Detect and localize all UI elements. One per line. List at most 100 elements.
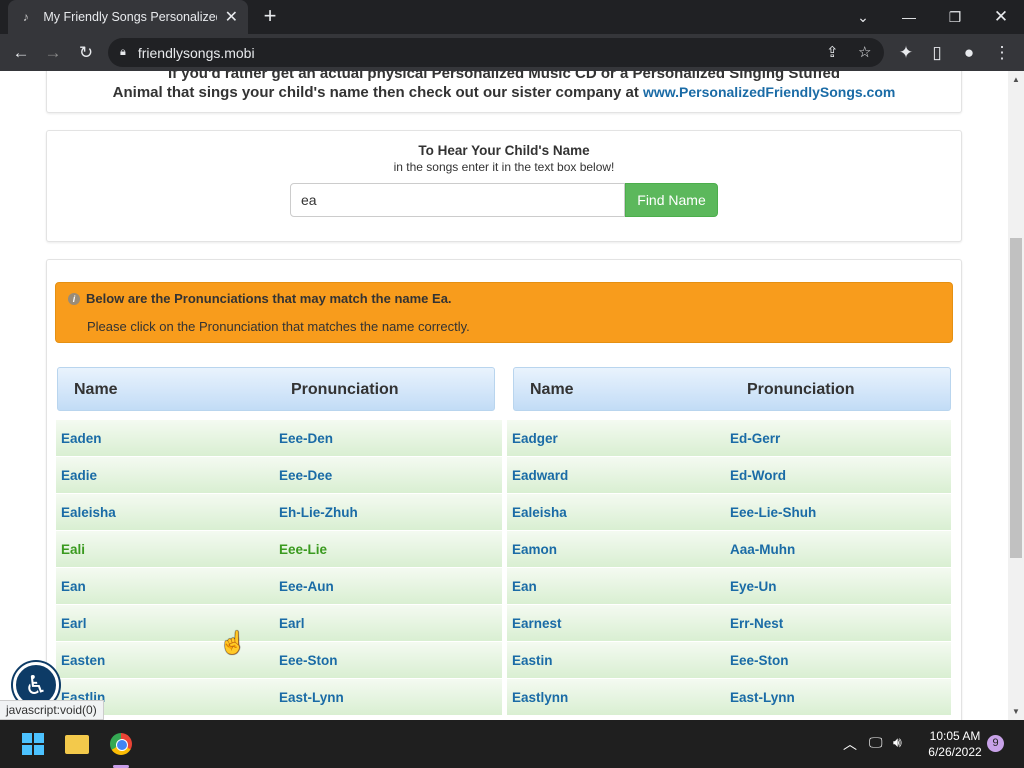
- table-row[interactable]: Easten Eee-Ston: [56, 642, 502, 679]
- name-link[interactable]: Ealeisha: [56, 505, 274, 520]
- table-row[interactable]: Eamon Aaa-Muhn: [507, 531, 951, 568]
- tab-search-icon[interactable]: ⌄: [840, 0, 886, 34]
- status-bar: javascript:void(0): [0, 700, 104, 720]
- tray-chevron-icon[interactable]: ︿: [843, 734, 857, 754]
- table-row[interactable]: Eastin Eee-Ston: [507, 642, 951, 679]
- column-header-pronunciation: Pronunciation: [747, 381, 855, 398]
- pronunciation-link[interactable]: Eee-Den: [274, 431, 333, 446]
- column-header-name: Name: [74, 381, 118, 398]
- sister-company-panel: If you'd rather get an actual physical P…: [46, 71, 962, 113]
- clock[interactable]: 10:05 AM 6/26/2022: [920, 728, 990, 760]
- pronunciation-link[interactable]: Eee-Lie: [274, 542, 327, 557]
- sister-link[interactable]: www.PersonalizedFriendlySongs.com: [643, 84, 895, 100]
- column-header-pronunciation: Pronunciation: [291, 381, 399, 398]
- pronunciation-link[interactable]: East-Lynn: [274, 690, 344, 705]
- table-header-right: Name Pronunciation: [513, 367, 951, 411]
- table-row[interactable]: Earl Earl: [56, 605, 502, 642]
- extensions-icon[interactable]: ✦: [893, 40, 919, 66]
- scroll-down-icon[interactable]: ▼: [1012, 707, 1020, 716]
- browser-toolbar: ← → ↻ 🔒︎ friendlysongs.mobi ⇪ ☆ ✦ ▯ ● ⋮: [0, 34, 1024, 71]
- name-link[interactable]: Ealeisha: [507, 505, 725, 520]
- name-link[interactable]: Eamon: [507, 542, 725, 557]
- browser-tab[interactable]: ♪ My Friendly Songs Personalized M ✕: [8, 0, 248, 34]
- close-tab-icon[interactable]: ✕: [225, 7, 238, 27]
- restore-button[interactable]: ❐: [932, 0, 978, 34]
- page-viewport: If you'd rather get an actual physical P…: [0, 71, 1008, 720]
- menu-icon[interactable]: ⋮: [989, 40, 1015, 66]
- windows-start-icon[interactable]: [19, 730, 47, 758]
- table-row[interactable]: Eali Eee-Lie: [56, 531, 502, 568]
- chrome-icon[interactable]: [107, 730, 135, 758]
- pronunciation-link[interactable]: East-Lynn: [725, 690, 795, 705]
- table-row[interactable]: Ean Eee-Aun: [56, 568, 502, 605]
- name-link[interactable]: Ean: [56, 579, 274, 594]
- name-link[interactable]: Earl: [56, 616, 274, 631]
- scroll-thumb[interactable]: [1010, 238, 1022, 558]
- search-heading: To Hear Your Child's Name: [418, 143, 590, 158]
- music-note-icon: ♪: [22, 10, 29, 24]
- pronunciation-link[interactable]: Ed-Gerr: [725, 431, 780, 446]
- clock-date: 6/26/2022: [928, 745, 982, 759]
- name-link[interactable]: Ean: [507, 579, 725, 594]
- name-link[interactable]: Eastin: [507, 653, 725, 668]
- column-header-name: Name: [530, 381, 574, 398]
- table-row[interactable]: Eadward Ed-Word: [507, 457, 951, 494]
- name-search-input[interactable]: [290, 183, 625, 217]
- find-name-button[interactable]: Find Name: [625, 183, 718, 217]
- side-panel-icon[interactable]: ▯: [924, 40, 950, 66]
- minimize-button[interactable]: —: [886, 0, 932, 34]
- address-bar[interactable]: 🔒︎ friendlysongs.mobi ⇪ ☆: [108, 38, 884, 67]
- pronunciation-link[interactable]: Eee-Ston: [274, 653, 338, 668]
- url-text: friendlysongs.mobi: [137, 44, 255, 61]
- volume-icon[interactable]: 🔊︎: [893, 734, 902, 751]
- alert-title: Below are the Pronunciations that may ma…: [86, 291, 452, 306]
- bookmark-star-icon[interactable]: ☆: [858, 43, 871, 61]
- pronunciation-link[interactable]: Eye-Un: [725, 579, 777, 594]
- table-row[interactable]: Ean Eye-Un: [507, 568, 951, 605]
- profile-icon[interactable]: ●: [956, 40, 982, 66]
- search-panel: To Hear Your Child's Name in the songs e…: [46, 130, 962, 242]
- new-tab-button[interactable]: +: [258, 4, 282, 28]
- pronunciation-link[interactable]: Eee-Dee: [274, 468, 332, 483]
- notification-badge[interactable]: 9: [987, 735, 1004, 752]
- table-row[interactable]: Eastlin East-Lynn: [56, 679, 502, 716]
- table-row[interactable]: Eaden Eee-Den: [56, 420, 502, 457]
- name-link[interactable]: Eastlynn: [507, 690, 725, 705]
- pronunciation-link[interactable]: Aaa-Muhn: [725, 542, 795, 557]
- table-left: Eaden Eee-Den Eadie Eee-Dee Ealeisha Eh-Lie-Z…: [56, 420, 502, 716]
- close-window-button[interactable]: ✕: [978, 0, 1024, 34]
- pronunciation-link[interactable]: Eee-Lie-Shuh: [725, 505, 816, 520]
- name-link[interactable]: Eaden: [56, 431, 274, 446]
- share-icon[interactable]: ⇪: [826, 43, 839, 61]
- tab-strip: ♪ My Friendly Songs Personalized M ✕ + ⌄…: [0, 0, 1024, 34]
- pronunciation-link[interactable]: Eh-Lie-Zhuh: [274, 505, 358, 520]
- table-row[interactable]: Eadger Ed-Gerr: [507, 420, 951, 457]
- hand-cursor-icon: ☝: [219, 630, 247, 655]
- table-row[interactable]: Earnest Err-Nest: [507, 605, 951, 642]
- name-link[interactable]: Eadward: [507, 468, 725, 483]
- pronunciation-link[interactable]: Err-Nest: [725, 616, 783, 631]
- page-scrollbar[interactable]: ▲ ▼: [1008, 71, 1024, 720]
- table-row[interactable]: Ealeisha Eee-Lie-Shuh: [507, 494, 951, 531]
- table-row[interactable]: Ealeisha Eh-Lie-Zhuh: [56, 494, 502, 531]
- sister-line1: If you'd rather get an actual physical P…: [167, 71, 841, 82]
- pronunciation-link[interactable]: Earl: [274, 616, 305, 631]
- scroll-up-icon[interactable]: ▲: [1012, 75, 1020, 84]
- network-icon[interactable]: 🖵︎: [869, 734, 883, 751]
- pronunciation-link[interactable]: Eee-Aun: [274, 579, 334, 594]
- name-link[interactable]: Eali: [56, 542, 274, 557]
- name-link[interactable]: Eadie: [56, 468, 274, 483]
- name-link[interactable]: Earnest: [507, 616, 725, 631]
- forward-icon[interactable]: →: [40, 40, 66, 66]
- pronunciation-link[interactable]: Ed-Word: [725, 468, 786, 483]
- table-row[interactable]: Eastlynn East-Lynn: [507, 679, 951, 716]
- pronunciation-link[interactable]: Eee-Ston: [725, 653, 789, 668]
- reload-icon[interactable]: ↻: [73, 40, 99, 66]
- file-explorer-icon[interactable]: [63, 730, 91, 758]
- back-icon[interactable]: ←: [8, 40, 34, 66]
- name-link[interactable]: Eadger: [507, 431, 725, 446]
- info-icon: i: [68, 292, 80, 305]
- table-header-left: Name Pronunciation: [57, 367, 495, 411]
- table-row[interactable]: Eadie Eee-Dee: [56, 457, 502, 494]
- search-subheading: in the songs enter it in the text box be…: [393, 160, 615, 174]
